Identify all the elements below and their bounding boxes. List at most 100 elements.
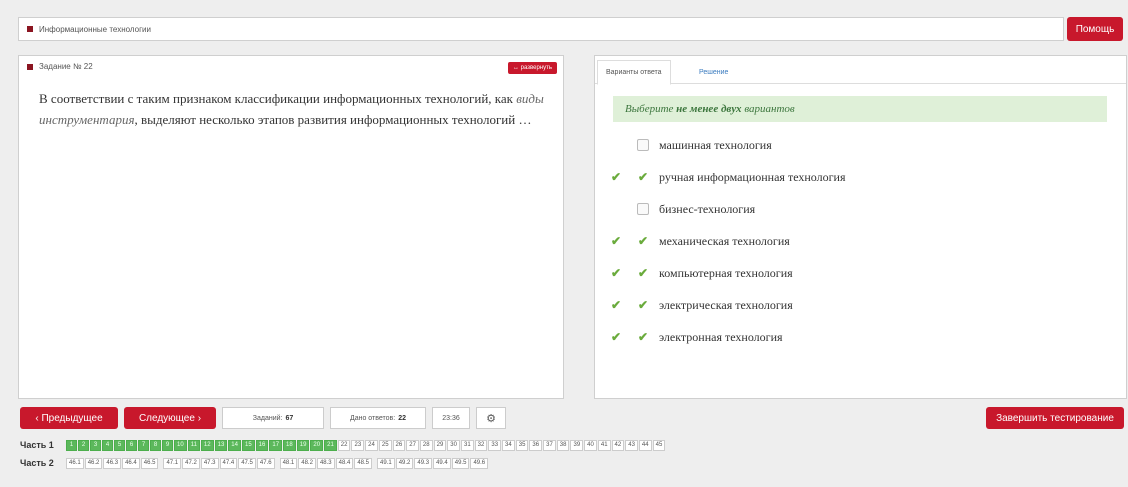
expand-button[interactable]: ↔ развернуть xyxy=(507,62,557,74)
question-cell[interactable]: 40 xyxy=(584,439,597,451)
answer-checkbox[interactable]: ✔ xyxy=(637,266,649,280)
settings-button[interactable]: ⚙ xyxy=(476,407,506,429)
answer-checkbox[interactable]: ✔ xyxy=(637,298,649,312)
question-panel: Задание № 22 ↔ развернуть В соответствии… xyxy=(18,55,564,399)
question-cell[interactable]: 22 xyxy=(337,439,351,451)
question-cell[interactable]: 33 xyxy=(488,439,502,451)
question-cell[interactable]: 49.2 xyxy=(395,457,414,469)
answer-option[interactable]: ✔ ✔ механическая технология xyxy=(611,231,790,251)
answer-option-label: механическая технология xyxy=(659,233,790,248)
question-cell[interactable]: 47.3 xyxy=(200,457,219,469)
correct-check-icon: ✔ xyxy=(611,329,622,344)
question-cell-answered[interactable]: 10 xyxy=(174,439,187,451)
question-cell[interactable]: 46.5 xyxy=(140,457,159,469)
finish-test-button[interactable]: Завершить тестирование xyxy=(986,407,1124,429)
question-cell[interactable]: 48.3 xyxy=(316,457,335,469)
answer-checkbox[interactable] xyxy=(637,139,649,151)
question-cell[interactable]: 47.4 xyxy=(219,457,238,469)
question-cell[interactable]: 26 xyxy=(392,439,406,451)
answer-checkbox[interactable]: ✔ xyxy=(637,170,649,184)
question-cell[interactable]: 24 xyxy=(365,439,378,451)
question-cell[interactable]: 29 xyxy=(433,439,447,451)
question-cell-answered[interactable]: 4 xyxy=(102,439,113,451)
answer-option[interactable]: ✔ ✔ ручная информационная технология xyxy=(611,167,845,187)
tab-answer-options[interactable]: Варианты ответа xyxy=(597,60,671,85)
question-cell-answered[interactable]: 7 xyxy=(138,439,149,451)
question-cell[interactable]: 27 xyxy=(406,439,419,451)
question-cell-answered[interactable]: 9 xyxy=(162,439,173,451)
previous-button[interactable]: ‹ Предыдущее xyxy=(20,407,118,429)
question-cell[interactable]: 49.5 xyxy=(451,457,470,469)
question-cell[interactable]: 48.5 xyxy=(354,457,372,469)
question-cell[interactable]: 35 xyxy=(515,439,529,451)
question-cell-answered[interactable]: 2 xyxy=(78,439,89,451)
question-cell[interactable]: 48.2 xyxy=(298,457,316,469)
question-cell[interactable]: 41 xyxy=(597,439,611,451)
answer-option[interactable]: машинная технология xyxy=(611,135,772,155)
question-cell-answered[interactable]: 18 xyxy=(283,439,296,451)
question-cell[interactable]: 47.2 xyxy=(182,457,200,469)
question-cell-answered[interactable]: 3 xyxy=(90,439,101,451)
question-cell[interactable]: 31 xyxy=(460,439,474,451)
answer-checkbox[interactable]: ✔ xyxy=(637,330,649,344)
question-cell[interactable]: 49.3 xyxy=(414,457,433,469)
answer-option[interactable]: ✔ ✔ компьютерная технология xyxy=(611,263,793,283)
question-cell-answered[interactable]: 20 xyxy=(310,439,324,451)
question-cell[interactable]: 44 xyxy=(638,439,652,451)
question-cell[interactable]: 30 xyxy=(447,439,460,451)
question-cell-answered[interactable]: 5 xyxy=(114,439,125,451)
question-cell[interactable]: 37 xyxy=(543,439,556,451)
answer-option[interactable]: бизнес-технология xyxy=(611,199,755,219)
part-1-cells: 1 2 3 4 5 6 7 8 9 10 11 12 13 14 15 16 17 18 19 20 21 22 23 24 2… xyxy=(66,439,666,451)
question-cell[interactable]: 49.1 xyxy=(377,457,395,469)
answer-checkbox[interactable]: ✔ xyxy=(637,234,649,248)
question-cell-answered[interactable]: 11 xyxy=(187,439,200,451)
help-button[interactable]: Помощь xyxy=(1067,17,1123,41)
question-cell[interactable]: 49.4 xyxy=(433,457,451,469)
question-cell[interactable]: 36 xyxy=(529,439,543,451)
question-cell-answered[interactable]: 12 xyxy=(200,439,214,451)
next-button[interactable]: Следующее › xyxy=(124,407,216,429)
question-text-part: , выделяют несколько этапов развития инф… xyxy=(134,112,532,127)
question-cell-answered[interactable]: 6 xyxy=(126,439,137,451)
question-cell[interactable]: 28 xyxy=(419,439,433,451)
question-cell[interactable]: 48.1 xyxy=(279,457,298,469)
question-cell[interactable]: 47.1 xyxy=(163,457,182,469)
subject-marker-icon xyxy=(27,26,33,32)
question-cell-answered[interactable]: 14 xyxy=(228,439,241,451)
tab-solution[interactable]: Решение xyxy=(691,60,736,84)
question-cell[interactable]: 49.6 xyxy=(470,457,489,469)
question-cell-answered[interactable]: 21 xyxy=(324,439,337,451)
question-cell-answered[interactable]: 13 xyxy=(214,439,228,451)
question-cell[interactable]: 25 xyxy=(378,439,392,451)
question-cell[interactable]: 43 xyxy=(625,439,638,451)
answer-option[interactable]: ✔ ✔ электронная технология xyxy=(611,327,783,347)
answer-option-label: бизнес-технология xyxy=(659,201,756,216)
question-cell-answered[interactable]: 1 xyxy=(66,439,77,451)
question-cell[interactable]: 32 xyxy=(474,439,488,451)
part-2-label: Часть 2 xyxy=(20,458,54,468)
question-cell[interactable]: 46.4 xyxy=(122,457,140,469)
question-cell[interactable]: 47.6 xyxy=(256,457,275,469)
question-cell[interactable]: 48.4 xyxy=(335,457,354,469)
question-cell-answered[interactable]: 15 xyxy=(241,439,255,451)
question-cell-answered[interactable]: 19 xyxy=(296,439,310,451)
hint-emphasis: не менее двух xyxy=(676,103,742,115)
answer-option[interactable]: ✔ ✔ электрическая технология xyxy=(611,295,793,315)
question-cell[interactable]: 42 xyxy=(611,439,625,451)
question-cell[interactable]: 46.3 xyxy=(103,457,122,469)
tasks-label: Заданий: xyxy=(252,414,283,422)
question-cell[interactable]: 47.5 xyxy=(238,457,256,469)
question-cell[interactable]: 23 xyxy=(351,439,365,451)
question-cell[interactable]: 46.2 xyxy=(84,457,103,469)
answer-checkbox[interactable] xyxy=(637,203,649,215)
answers-panel: Варианты ответа Решение Выберите не мене… xyxy=(594,55,1127,399)
question-cell[interactable]: 34 xyxy=(502,439,515,451)
question-cell-answered[interactable]: 17 xyxy=(269,439,283,451)
question-cell-answered[interactable]: 8 xyxy=(150,439,161,451)
question-cell-answered[interactable]: 16 xyxy=(255,439,269,451)
question-cell[interactable]: 39 xyxy=(570,439,584,451)
question-cell[interactable]: 38 xyxy=(556,439,570,451)
question-cell[interactable]: 45 xyxy=(652,439,666,451)
question-cell[interactable]: 46.1 xyxy=(66,457,84,469)
